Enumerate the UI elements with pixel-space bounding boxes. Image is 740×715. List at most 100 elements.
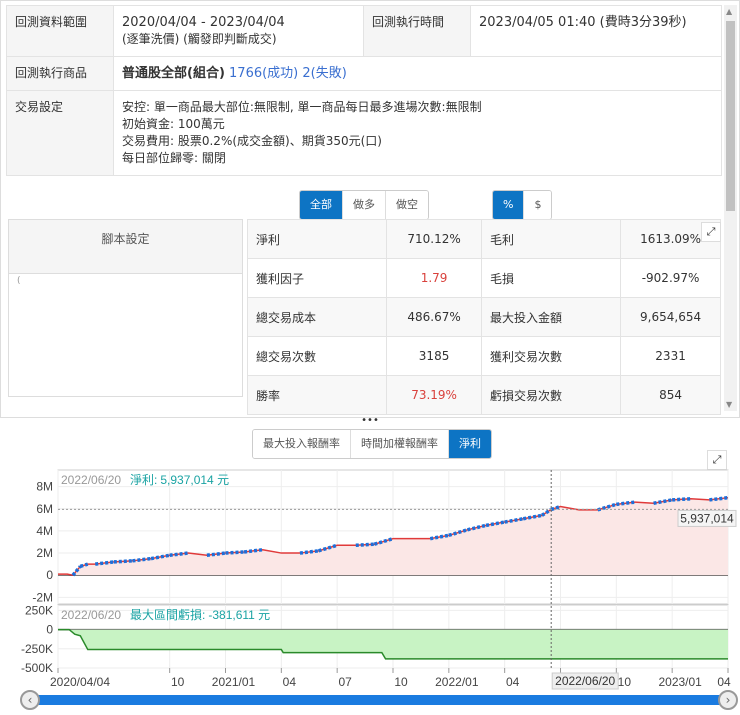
drawdown-legend-date: 2022/06/20 <box>61 608 121 622</box>
x-tick-label: 07 <box>338 675 352 689</box>
expand-stats-icon[interactable]: ⤢ <box>701 222 721 242</box>
tab-time-weighted-return[interactable]: 時間加權報酬率 <box>351 430 449 458</box>
x-tick-label: 10 <box>394 675 408 689</box>
expand-chart-icon[interactable]: ⤢ <box>707 450 727 470</box>
net-profit-area <box>58 497 728 576</box>
new-high-marker <box>169 551 189 558</box>
net-profit-legend-date: 2022/06/20 <box>61 473 121 487</box>
stat-value: 2331 <box>620 336 721 376</box>
stat-value: -902.97% <box>620 258 721 298</box>
tab-percent[interactable]: % <box>493 191 525 219</box>
stats-row: 淨利 710.12% 毛利 1613.09% <box>246 219 721 259</box>
stat-label: 淨利 <box>246 219 388 259</box>
trade-setting-line: 安控: 單一商品最大部位:無限制, 單一商品每日最多進場次數:無限制 <box>122 100 482 114</box>
new-high-marker <box>485 520 505 528</box>
x-tick-label: 2020/04/04 <box>50 675 110 689</box>
trade-setting-line: 每日部位歸零: 關閉 <box>122 151 226 165</box>
range-navigator[interactable]: ‹ › <box>20 690 740 712</box>
x-tick-label: 2023/01 <box>658 675 702 689</box>
stat-value: 486.67% <box>386 297 482 337</box>
trade-setting-line: 交易費用: 股票0.2%(成交金額)、期貨350元(口) <box>122 134 382 148</box>
x-tick-label: 2021/01 <box>212 675 256 689</box>
tab-net-profit[interactable]: 淨利 <box>449 430 491 458</box>
unit-tabs: % $ <box>492 190 553 220</box>
stat-label: 毛利 <box>480 219 622 259</box>
crosshair-date-box <box>551 672 619 690</box>
stat-value: 710.12% <box>386 219 482 259</box>
stat-value: 1.79 <box>386 258 482 298</box>
stat-value: 3185 <box>386 336 482 376</box>
scrollbar-thumb[interactable] <box>726 21 735 211</box>
stat-label: 最大投入金額 <box>480 297 622 337</box>
backtest-info-table: 回測資料範圍 2020/04/04 - 2023/04/04 (逐筆洗價) (觸發… <box>6 5 722 176</box>
new-high-marker <box>373 536 394 546</box>
trade-settings-label: 交易設定 <box>6 90 114 176</box>
navigator-left-handle[interactable]: ‹ <box>20 690 40 710</box>
new-high-marker <box>429 533 450 541</box>
resize-handle[interactable]: ••• <box>0 416 740 426</box>
scroll-down-icon[interactable]: ▼ <box>726 400 732 409</box>
product-fail-link[interactable]: 2(失敗) <box>302 66 346 81</box>
new-high-marker <box>79 562 89 569</box>
drawdown-area <box>58 629 728 659</box>
drawdown-plot-area <box>57 604 729 669</box>
new-high-marker <box>653 498 673 505</box>
navigator-right-handle[interactable]: › <box>718 690 738 710</box>
new-high-marker <box>318 543 338 553</box>
scroll-up-icon[interactable]: ▲ <box>726 7 732 16</box>
scrollbar[interactable]: ▲ ▼ <box>724 5 737 411</box>
crosshair-value: 5,937,014 <box>680 511 734 525</box>
product-label: 回測執行商品 <box>6 56 114 91</box>
range-value: 2020/04/04 - 2023/04/04 <box>122 15 285 30</box>
y-tick-label: -2M <box>32 590 53 604</box>
x-tick-label: 04 <box>506 675 520 689</box>
y-tick-label: 0 <box>46 623 53 637</box>
drawdown-legend-label: 最大區間虧損: <box>130 607 205 622</box>
new-high-marker <box>467 523 487 532</box>
backtest-summary-panel: 回測資料範圍 2020/04/04 - 2023/04/04 (逐筆洗價) (觸發… <box>0 0 740 418</box>
navigator-range-bar[interactable] <box>34 695 724 705</box>
net-profit-line <box>58 496 729 577</box>
new-high-marker <box>504 517 524 524</box>
new-high-marker <box>225 550 245 555</box>
tab-all[interactable]: 全部 <box>300 191 343 219</box>
script-settings-body: ( <box>17 276 21 286</box>
x-tick-label: 10 <box>171 675 185 689</box>
stat-label: 獲利交易次數 <box>480 336 622 376</box>
tab-short[interactable]: 做空 <box>386 191 428 219</box>
y-tick-label: 6M <box>36 502 53 516</box>
y-tick-label: 2M <box>36 546 53 560</box>
stat-label: 毛損 <box>480 258 622 298</box>
new-high-marker <box>540 507 553 517</box>
stat-label: 虧損交易次數 <box>480 375 622 415</box>
tab-dollar[interactable]: $ <box>524 191 552 219</box>
stat-value: 9,654,654 <box>620 297 721 337</box>
x-tick-label: 07 <box>562 675 576 689</box>
y-tick-label: -250K <box>21 642 53 656</box>
new-high-marker <box>550 504 562 512</box>
stat-label: 總交易次數 <box>246 336 388 376</box>
y-tick-label: 250K <box>25 603 53 617</box>
direction-tabs: 全部 做多 做空 <box>299 190 429 220</box>
new-high-marker <box>206 551 226 558</box>
stat-value: 854 <box>620 375 721 415</box>
y-tick-label: 0 <box>46 568 53 582</box>
time-label: 回測執行時間 <box>363 5 471 57</box>
x-tick-label: 04 <box>717 675 731 689</box>
trade-setting-line: 初始資金: 100萬元 <box>122 117 225 131</box>
tab-max-invest-return[interactable]: 最大投入報酬率 <box>253 430 351 458</box>
net-profit-plot-area <box>57 469 729 605</box>
new-high-marker <box>95 560 115 566</box>
product-success-link[interactable]: 1766(成功) <box>229 66 298 81</box>
new-high-marker <box>150 553 170 561</box>
new-high-marker <box>299 549 319 555</box>
stats-row: 勝率 73.19% 虧損交易次數 854 <box>246 375 721 415</box>
stat-label: 總交易成本 <box>246 297 388 337</box>
y-tick-label: -500K <box>21 661 53 675</box>
new-high-marker <box>355 542 375 548</box>
drawdown-legend-value: -381,611 元 <box>208 608 270 622</box>
new-high-marker <box>113 559 133 564</box>
tab-long[interactable]: 做多 <box>343 191 386 219</box>
script-settings-panel: 腳本設定 ( <box>8 219 243 397</box>
crosshair-value-box <box>677 509 737 527</box>
